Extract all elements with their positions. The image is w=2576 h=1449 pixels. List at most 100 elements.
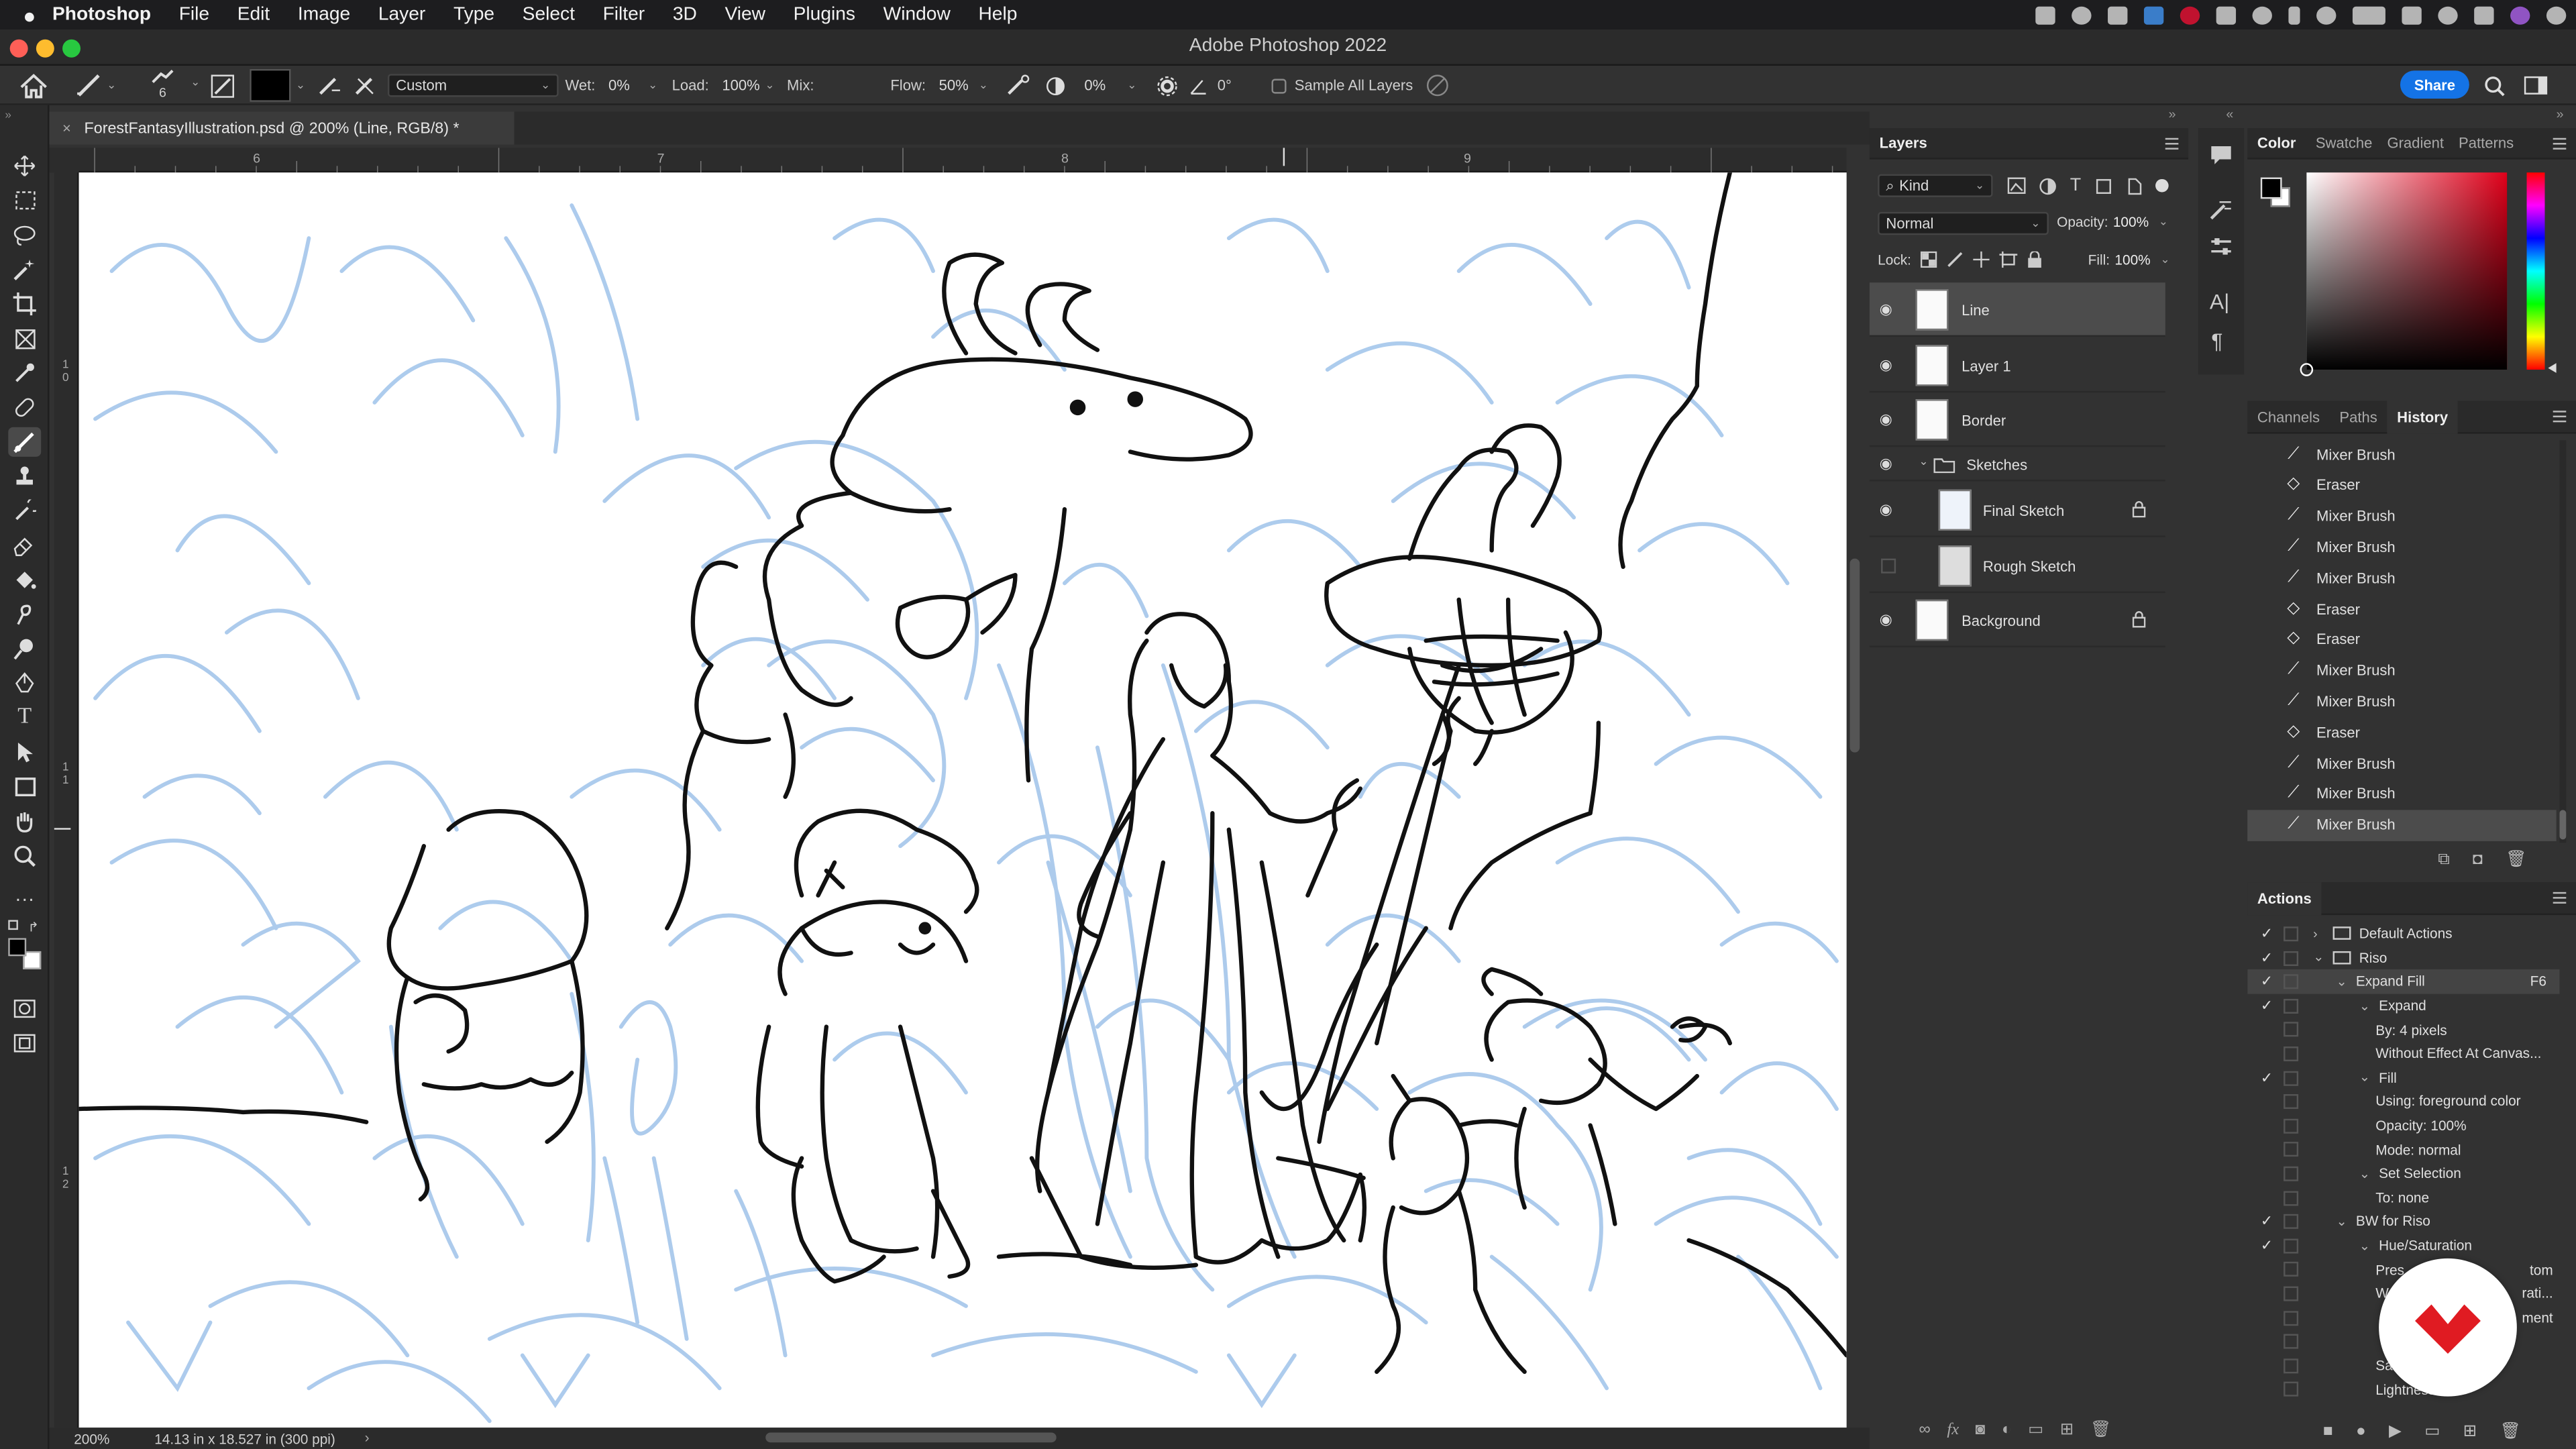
- history-state[interactable]: ⟋ Mixer Brush: [2247, 655, 2556, 686]
- action-enabled-check-icon[interactable]: [2261, 1142, 2275, 1157]
- eye-icon[interactable]: ◉: [1880, 456, 1898, 471]
- tab-swatches[interactable]: Swatche: [2306, 135, 2382, 151]
- dialog-toggle[interactable]: [2284, 1070, 2299, 1085]
- new-group-icon[interactable]: ▭: [2028, 1421, 2043, 1439]
- foreground-color-chip[interactable]: [2260, 177, 2282, 199]
- blend-preset-select[interactable]: Custom ⌄: [387, 72, 559, 99]
- dialog-toggle[interactable]: [2284, 1310, 2299, 1326]
- siri-icon[interactable]: [2510, 5, 2530, 24]
- layer-filter-kind-select[interactable]: ⌕ Kind ⌄: [1878, 174, 1993, 197]
- chevron-down-icon[interactable]: ⌄: [2313, 950, 2324, 965]
- filter-type-icon[interactable]: T: [2070, 176, 2081, 195]
- lock-artboard-icon[interactable]: [2000, 251, 2019, 268]
- chevron-down-icon[interactable]: ⌄: [1919, 455, 1928, 468]
- adjustments-icon[interactable]: [2210, 237, 2233, 266]
- filter-pixel-icon[interactable]: [2007, 177, 2026, 194]
- close-tab-icon[interactable]: ×: [62, 120, 71, 136]
- action-row[interactable]: ✓ ⌄ Fill: [2247, 1065, 2559, 1089]
- filter-adjustment-icon[interactable]: [2039, 176, 2057, 195]
- history-state[interactable]: ⟋ Mixer Brush: [2247, 747, 2556, 779]
- swap-colors-icon[interactable]: ↱: [28, 920, 39, 934]
- eyedropper-tool-icon[interactable]: [8, 358, 41, 388]
- history-brush-tool-icon[interactable]: [8, 496, 41, 526]
- pen-tool-icon[interactable]: [8, 669, 41, 698]
- default-colors-icon[interactable]: [8, 920, 18, 930]
- mixer-brush-tool-icon[interactable]: [8, 427, 42, 457]
- blend-mode-select[interactable]: Normal ⌄: [1878, 211, 2049, 235]
- filter-toggle-icon[interactable]: [2155, 178, 2169, 193]
- finder-icon[interactable]: [2143, 5, 2164, 24]
- action-enabled-check-icon[interactable]: ✓: [2261, 973, 2275, 989]
- smoothing-icon[interactable]: [1045, 72, 1067, 99]
- sample-all-layers-checkbox[interactable]: Sample All Layers: [1271, 72, 1413, 99]
- dialog-toggle[interactable]: [2284, 1214, 2299, 1230]
- action-row[interactable]: Opacity: 100%: [2247, 1114, 2559, 1138]
- action-enabled-check-icon[interactable]: [2261, 1334, 2275, 1349]
- action-enabled-check-icon[interactable]: [2261, 1118, 2275, 1133]
- dodge-tool-icon[interactable]: [8, 634, 41, 663]
- menu-layer[interactable]: Layer: [378, 5, 425, 24]
- add-mask-icon[interactable]: ◙: [1976, 1421, 1986, 1439]
- history-state[interactable]: ⟋ Mixer Brush: [2247, 562, 2556, 594]
- vertical-ruler[interactable]: 1 0 1 1 1 2: [54, 172, 79, 1428]
- new-document-from-state-icon[interactable]: ⧉: [2438, 851, 2449, 869]
- menu-file[interactable]: File: [179, 5, 209, 24]
- history-scrollbar[interactable]: [2559, 440, 2567, 843]
- document-canvas[interactable]: [78, 172, 1847, 1428]
- history-state[interactable]: ⟋ Mixer Brush: [2247, 778, 2556, 810]
- history-state[interactable]: ⟋ Mixer Brush: [2247, 686, 2556, 717]
- play-selection-icon[interactable]: ▶: [2389, 1423, 2402, 1441]
- layers-panel-menu-icon[interactable]: [2165, 138, 2179, 150]
- status-menu-chevron-icon[interactable]: ›: [365, 1430, 370, 1446]
- character-icon[interactable]: A|: [2210, 289, 2230, 314]
- quick-mask-icon[interactable]: [8, 994, 41, 1024]
- action-row[interactable]: ✓ › Default Actions: [2247, 922, 2559, 946]
- menu-type[interactable]: Type: [453, 5, 494, 24]
- filter-smart-object-icon[interactable]: [2125, 176, 2141, 195]
- chevron-down-icon[interactable]: ⌄: [2359, 1238, 2370, 1252]
- comments-icon[interactable]: [2210, 145, 2233, 174]
- dialog-toggle[interactable]: [2284, 1118, 2299, 1134]
- menu-filter[interactable]: Filter: [603, 5, 645, 24]
- action-row[interactable]: ✓ ⌄ BW for Riso: [2247, 1210, 2559, 1234]
- layer-row-final-sketch[interactable]: ◉ Final Sketch: [1869, 483, 2165, 537]
- actions-panel-menu-icon[interactable]: [2553, 892, 2567, 904]
- lock-all-icon[interactable]: [2028, 251, 2043, 268]
- eye-icon[interactable]: ◉: [1880, 358, 1898, 372]
- action-enabled-check-icon[interactable]: [2261, 1383, 2275, 1397]
- layer-row-layer-1[interactable]: ◉ Layer 1: [1869, 338, 2165, 393]
- rectangle-tool-icon[interactable]: [8, 772, 41, 802]
- type-tool-icon[interactable]: T: [8, 703, 41, 733]
- action-enabled-check-icon[interactable]: [2261, 1094, 2275, 1109]
- chevron-right-icon[interactable]: ›: [2313, 926, 2318, 941]
- angle-control[interactable]: 0°: [1189, 72, 1232, 99]
- tool-preset-picker[interactable]: ⌄: [76, 72, 117, 99]
- dialog-toggle[interactable]: [2284, 926, 2299, 942]
- action-row[interactable]: ✓ ⌄ Expand Fill F6: [2247, 969, 2560, 994]
- menu-edit[interactable]: Edit: [237, 5, 270, 24]
- eye-icon[interactable]: ◉: [1880, 411, 1898, 426]
- action-row[interactable]: By: 4 pixels: [2247, 1018, 2559, 1042]
- lock-position-icon[interactable]: [1974, 251, 1990, 268]
- dialog-toggle[interactable]: [2284, 1262, 2299, 1277]
- action-enabled-check-icon[interactable]: [2261, 1287, 2275, 1301]
- tab-paths[interactable]: Paths: [2330, 409, 2387, 425]
- chevron-down-icon[interactable]: ⌄: [2359, 1070, 2370, 1085]
- menu-view[interactable]: View: [724, 5, 765, 24]
- delete-action-icon[interactable]: 🗑: [2500, 1423, 2520, 1441]
- document-size[interactable]: 14.13 in x 18.527 in (300 ppi): [154, 1431, 335, 1447]
- angle-value[interactable]: 0°: [1218, 77, 1232, 93]
- action-enabled-check-icon[interactable]: [2261, 1263, 2275, 1277]
- chevron-down-icon[interactable]: ⌄: [2336, 1214, 2347, 1229]
- vertical-scrollbar[interactable]: [1849, 558, 1860, 753]
- tab-layers[interactable]: Layers: [1870, 135, 1937, 151]
- dialog-toggle[interactable]: [2284, 974, 2299, 989]
- layer-row-background[interactable]: ◉ Background: [1869, 593, 2165, 647]
- menu-app-photoshop[interactable]: Photoshop: [52, 5, 151, 24]
- dialog-toggle[interactable]: [2284, 1238, 2299, 1254]
- more-tools-icon[interactable]: ···: [8, 884, 41, 914]
- tab-patterns[interactable]: Patterns: [2449, 135, 2524, 151]
- delete-layer-icon[interactable]: 🗑: [2090, 1421, 2111, 1439]
- new-set-folder-icon[interactable]: ▭: [2424, 1423, 2440, 1441]
- new-layer-icon[interactable]: ⊞: [2060, 1421, 2074, 1439]
